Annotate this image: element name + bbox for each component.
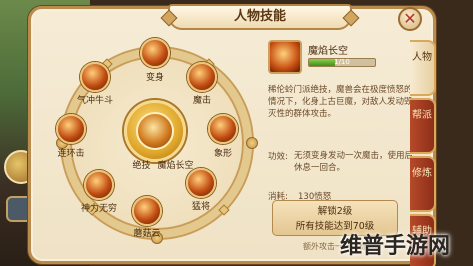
skill-moji-label: 魔击 bbox=[192, 96, 211, 106]
ultimate-skill-button[interactable] bbox=[124, 100, 186, 162]
skill-bianshen-icon[interactable] bbox=[140, 38, 170, 68]
effect-label: 功效: bbox=[268, 152, 288, 162]
skill-level-text: 1/10 bbox=[334, 58, 350, 66]
skill-mengjiang-icon[interactable] bbox=[186, 168, 216, 198]
skill-description: 稀伦蛉门派绝技，魔兽会在极度愤怒的情况下，化身上古巨魔，对敌人发动毁灭性的群体攻… bbox=[268, 85, 413, 119]
watermark: 维普手游网 bbox=[340, 234, 451, 259]
close-icon: ✕ bbox=[403, 9, 417, 28]
ultimate-skill-label: 绝技 魔焰长空 bbox=[115, 158, 211, 171]
skill-mengjiang-label: 猛将 bbox=[191, 202, 210, 212]
skill-qichong-label: 气冲牛斗 bbox=[76, 96, 113, 106]
skill-moguyun-icon[interactable] bbox=[132, 196, 162, 226]
skill-bianshen-label: 变身 bbox=[145, 73, 164, 83]
ultimate-name: 魔焰长空 bbox=[157, 161, 194, 171]
phoenix-icon bbox=[268, 40, 302, 74]
skill-lianhuan-icon[interactable] bbox=[56, 114, 86, 144]
skill-level-bar: 1/10 bbox=[308, 58, 376, 67]
tab-cultivation[interactable]: 修炼 bbox=[410, 156, 436, 212]
skill-name: 魔焰长空 bbox=[308, 46, 348, 57]
skill-xiangxing-icon[interactable] bbox=[208, 114, 238, 144]
effect-text: 无须变身发动一次魔击，使用后休息一回合。 bbox=[294, 151, 414, 173]
panel-title: 人物技能 bbox=[168, 4, 352, 30]
unlock-line-1: 解锁2级 bbox=[317, 206, 353, 217]
ultimate-prefix: 绝技 bbox=[132, 161, 151, 171]
skill-moguyun-label: 蘑菇云 bbox=[133, 229, 161, 239]
skill-moji-icon[interactable] bbox=[187, 62, 217, 92]
phoenix-icon bbox=[136, 112, 174, 150]
skill-shenli-icon[interactable] bbox=[84, 170, 114, 200]
skill-qichong-icon[interactable] bbox=[80, 62, 110, 92]
tab-character[interactable]: 人物 bbox=[410, 40, 436, 96]
close-button[interactable]: ✕ bbox=[398, 7, 422, 31]
skill-lianhuan-label: 连环击 bbox=[57, 149, 85, 159]
tab-faction[interactable]: 帮派 bbox=[410, 98, 436, 154]
skill-shenli-label: 神力无穷 bbox=[80, 204, 117, 214]
